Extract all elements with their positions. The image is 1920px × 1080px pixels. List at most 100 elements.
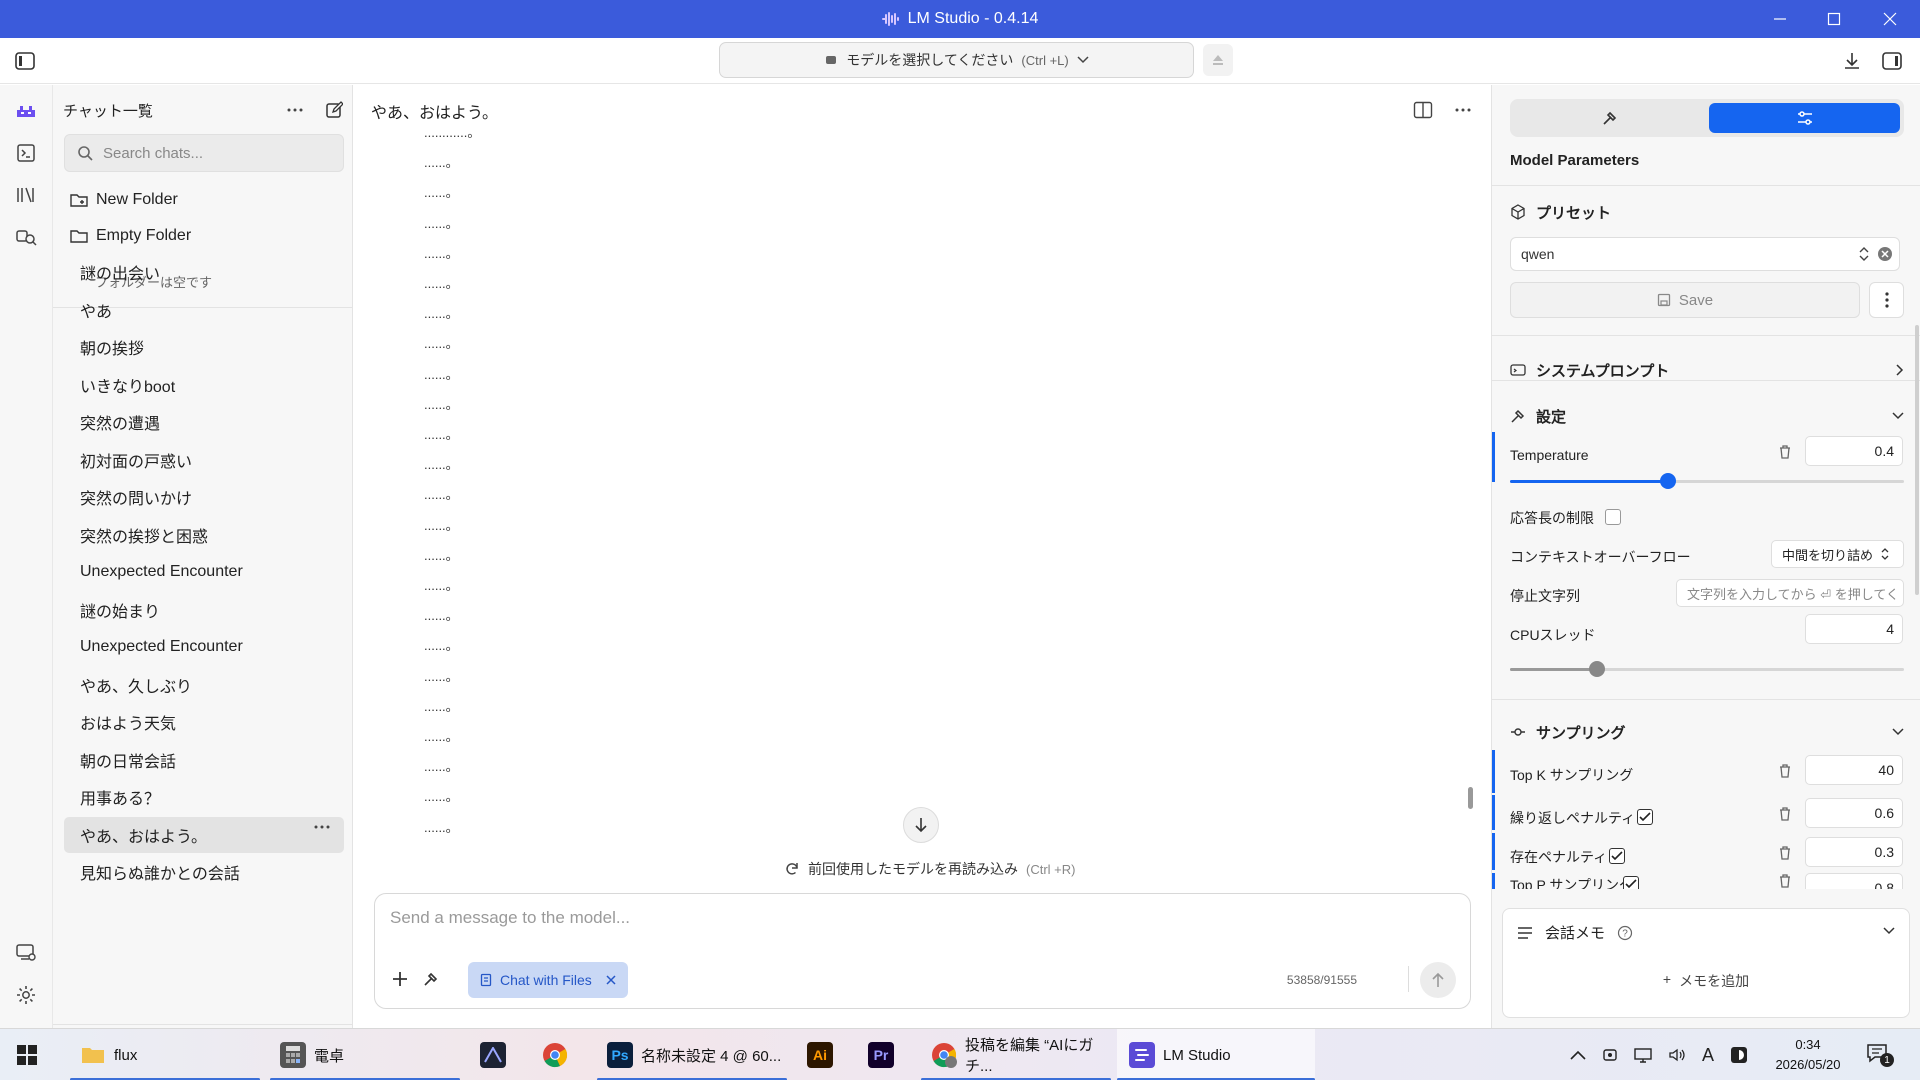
chat-list-item[interactable]: 朝の挨拶 (64, 329, 344, 365)
reset-presence-penalty-icon[interactable] (1778, 845, 1792, 861)
tools-icon[interactable] (420, 968, 442, 990)
chat-list-item[interactable]: 朝の日常会話 (64, 742, 344, 778)
message-input[interactable] (390, 908, 1450, 938)
chat-list-item[interactable]: 突然の遭遇 (64, 404, 344, 440)
taskbar-item-photoshop[interactable]: Ps 名称未設定 4 @ 60... (597, 1029, 787, 1080)
tab-tools[interactable] (1514, 103, 1705, 133)
chat-list-item[interactable]: 突然の挨拶と困惑 (64, 517, 344, 553)
taskbar-item-illustrator[interactable]: Ai (807, 1029, 833, 1080)
repeat-penalty-checkbox[interactable] (1637, 809, 1653, 825)
chat-list-item[interactable]: 突然の問いかけ (64, 479, 344, 515)
cpu-threads-input[interactable]: 4 (1805, 614, 1903, 644)
settings-header[interactable]: 設定 (1510, 404, 1904, 428)
chevron-down-icon[interactable] (1883, 927, 1895, 935)
stop-strings-input[interactable]: 文字列を入力してから ⏎ を押してく (1676, 579, 1904, 607)
runtime-icon[interactable] (11, 937, 41, 967)
chat-list-item[interactable]: いきなりboot (64, 367, 344, 403)
tab-parameters[interactable] (1709, 103, 1900, 133)
taskbar-item-lmstudio[interactable]: LM Studio (1117, 1029, 1315, 1080)
send-button[interactable] (1420, 962, 1456, 998)
add-memo-button[interactable]: + メモを追加 (1503, 971, 1909, 991)
scroll-to-bottom-button[interactable] (903, 807, 939, 843)
reset-top-k-icon[interactable] (1778, 763, 1792, 779)
chat-list-item[interactable]: やあ、おはよう。 (64, 817, 344, 853)
minimize-button[interactable] (1752, 0, 1808, 38)
taskbar-item-chrome-profile[interactable]: 投稿を編集 “AIにガチ... (921, 1029, 1111, 1080)
settings-gear-icon[interactable] (11, 980, 41, 1010)
clock[interactable]: 0:34 2026/05/20 (1768, 1035, 1848, 1075)
chat-mode-icon[interactable] (11, 97, 41, 127)
eject-icon[interactable] (1203, 44, 1233, 76)
chat-list-more-icon[interactable] (287, 108, 303, 112)
taskbar-item-affinity[interactable] (480, 1029, 506, 1080)
reload-last-model-button[interactable]: 前回使用したモデルを再読み込み (Ctrl +R) (784, 859, 1075, 879)
chevron-up-icon[interactable] (1570, 1050, 1586, 1060)
theme-toggle-icon[interactable] (1730, 1046, 1748, 1064)
search-input[interactable] (103, 144, 323, 162)
clear-preset-icon[interactable] (1877, 246, 1893, 262)
download-icon[interactable] (1838, 48, 1866, 74)
model-selector[interactable]: モデルを選択してください (Ctrl +L) (719, 42, 1194, 78)
taskbar-item-flux[interactable]: flux (70, 1029, 260, 1080)
save-preset-button[interactable]: Save (1510, 282, 1860, 318)
developer-icon[interactable] (11, 138, 41, 168)
chat-more-icon[interactable] (1450, 99, 1476, 121)
new-folder-button[interactable]: New Folder (70, 191, 178, 209)
ime-indicator[interactable]: A (1702, 1045, 1714, 1066)
reset-temperature-icon[interactable] (1778, 444, 1792, 460)
chat-list-item[interactable]: Unexpected Encounter (64, 629, 344, 665)
top-p-checkbox[interactable] (1623, 876, 1639, 889)
cpu-threads-slider[interactable] (1510, 661, 1904, 677)
search-chats[interactable] (64, 134, 344, 172)
chat-list-item[interactable]: Unexpected Encounter (64, 554, 344, 590)
close-button[interactable] (1862, 0, 1918, 38)
chat-list-item[interactable]: 用事ある？ (64, 779, 344, 815)
help-icon[interactable]: ? (1617, 925, 1633, 941)
sampling-header[interactable]: サンプリング (1510, 720, 1904, 744)
system-prompt-row[interactable]: システムプロンプト (1510, 358, 1904, 382)
chat-list-item[interactable]: 謎の始まり (64, 592, 344, 628)
chat-item-more-icon[interactable] (314, 825, 330, 829)
repeat-penalty-input[interactable]: 0.6 (1805, 798, 1903, 828)
toggle-sidebar-icon[interactable] (10, 48, 40, 74)
taskbar-item-premiere[interactable]: Pr (868, 1029, 894, 1080)
preset-more-icon[interactable] (1869, 282, 1904, 318)
my-models-icon[interactable] (11, 180, 41, 210)
reset-repeat-penalty-icon[interactable] (1778, 806, 1792, 822)
presence-penalty-input[interactable]: 0.3 (1805, 837, 1903, 867)
temperature-slider[interactable] (1510, 473, 1904, 489)
response-limit-checkbox[interactable] (1605, 509, 1621, 525)
chat-list-item[interactable]: 謎の出会い (64, 254, 344, 290)
preset-select[interactable]: qwen (1510, 237, 1900, 271)
volume-icon[interactable] (1668, 1047, 1686, 1063)
temperature-input[interactable]: 0.4 (1805, 436, 1903, 466)
chat-with-files-chip[interactable]: Chat with Files (468, 962, 628, 998)
top-p-input[interactable]: 0.8 (1805, 873, 1903, 889)
context-overflow-select[interactable]: 中間を切り詰め (1771, 540, 1904, 568)
remove-chip-icon[interactable] (606, 975, 616, 985)
chat-list-item[interactable]: やあ、久しぶり (64, 667, 344, 703)
toggle-right-panel-icon[interactable] (1878, 48, 1906, 74)
chat-list-item[interactable]: 初対面の戸惑い (64, 442, 344, 478)
webcam-icon[interactable] (1602, 1047, 1618, 1063)
reset-top-p-icon[interactable] (1778, 873, 1792, 889)
chat-list-item[interactable]: やあ (64, 292, 344, 328)
chat-scrollbar[interactable] (1468, 787, 1473, 809)
start-button[interactable] (16, 1029, 38, 1080)
chat-list-item[interactable]: 見知らぬ誰かとの会話 (64, 854, 344, 890)
top-k-input[interactable]: 40 (1805, 755, 1903, 785)
folder-empty-folder[interactable]: Empty Folder (70, 227, 191, 245)
slider-knob[interactable] (1660, 473, 1676, 489)
plus-icon[interactable] (389, 968, 411, 990)
notifications-button[interactable]: 1 (1866, 1043, 1894, 1069)
network-icon[interactable] (1634, 1047, 1652, 1063)
split-view-icon[interactable] (1410, 99, 1436, 121)
chat-list-item[interactable]: おはよう天気 (64, 704, 344, 740)
panel-scrollbar[interactable] (1915, 325, 1919, 595)
maximize-button[interactable] (1806, 0, 1862, 38)
slider-knob[interactable] (1589, 661, 1605, 677)
memo-header[interactable]: 会話メモ ? (1517, 922, 1633, 943)
taskbar-item-chrome[interactable] (542, 1029, 568, 1080)
taskbar-item-calculator[interactable]: 電卓 (270, 1029, 460, 1080)
new-chat-icon[interactable] (325, 101, 343, 119)
